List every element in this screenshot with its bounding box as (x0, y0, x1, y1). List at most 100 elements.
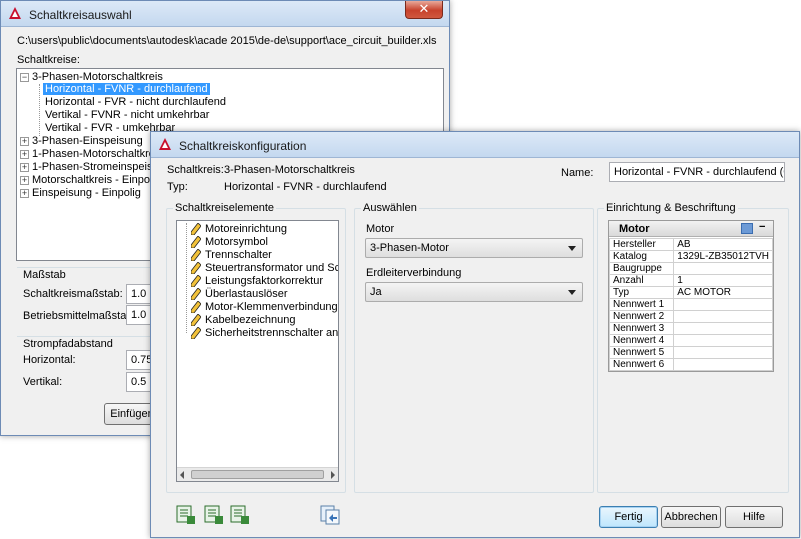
element-item[interactable]: Leistungsfaktorkorrektur (191, 275, 323, 288)
window-title: Schaltkreiskonfiguration (179, 139, 307, 153)
tree-node-child[interactable]: Horizontal - FVNR - durchlaufend (43, 83, 210, 96)
close-button[interactable]: ✕ (405, 1, 443, 19)
property-row[interactable]: Hersteller AB (609, 238, 773, 251)
titlebar[interactable]: Schaltkreiskonfiguration (151, 132, 799, 158)
tree-node[interactable]: +1-Phasen-Motorschaltkreis (20, 148, 163, 161)
property-row[interactable]: Nennwert 3 (609, 322, 773, 335)
element-item[interactable]: Trennschalter (191, 249, 272, 262)
element-item[interactable]: Steuertransformator und Schaltkreis (191, 262, 338, 275)
equipment-scale-label: Betriebsmittelmaßstab: (23, 310, 136, 322)
properties-panel-icon[interactable] (741, 223, 753, 234)
property-key: Nennwert 5 (609, 346, 675, 359)
property-value[interactable]: AB (673, 238, 773, 251)
pencil-icon (191, 301, 201, 314)
copy-icon[interactable] (319, 504, 341, 526)
tree-node-child[interactable]: Vertikal - FVNR - nicht umkehrbar (45, 109, 209, 122)
pencil-icon (191, 262, 201, 275)
circuit-value: 3-Phasen-Motorschaltkreis (224, 164, 355, 176)
pencil-icon (191, 275, 201, 288)
pencil-icon (191, 314, 201, 327)
scroll-right-icon[interactable] (331, 471, 335, 479)
property-row[interactable]: Nennwert 2 (609, 310, 773, 323)
property-row[interactable]: Anzahl 1 (609, 274, 773, 287)
window-title: Schaltkreisauswahl (29, 8, 132, 22)
property-key: Nennwert 2 (609, 310, 675, 323)
property-value[interactable] (673, 298, 773, 311)
circuit-configuration-dialog: Schaltkreiskonfiguration Schaltkreis: 3-… (150, 131, 800, 538)
property-row[interactable]: Nennwert 6 (609, 358, 773, 371)
property-key: Hersteller (609, 238, 675, 251)
property-value[interactable] (673, 334, 773, 347)
motor-select[interactable]: 3-Phasen-Motor (365, 238, 583, 258)
property-row[interactable]: Typ AC MOTOR (609, 286, 773, 299)
horizontal-scrollbar[interactable] (177, 467, 338, 481)
scroll-thumb[interactable] (191, 470, 324, 479)
ground-select[interactable]: Ja (365, 282, 583, 302)
property-key: Katalog (609, 250, 675, 263)
titlebar[interactable]: Schaltkreisauswahl ✕ (1, 1, 449, 27)
cancel-button[interactable]: Abbrechen (661, 506, 721, 528)
element-item[interactable]: Motorsymbol (191, 236, 268, 249)
property-key: Nennwert 1 (609, 298, 675, 311)
tree-node[interactable]: + Einspeisung - Einpolig (20, 187, 141, 200)
element-item[interactable]: Sicherheitstrennschalter an der Last (191, 327, 338, 340)
chevron-down-icon (568, 290, 576, 295)
pencil-icon (191, 249, 201, 262)
property-row[interactable]: Baugruppe (609, 262, 773, 275)
properties-panel: Motor − Hersteller AB Katalog 1329L-ZB35012… (608, 220, 774, 372)
type-value: Horizontal - FVNR - durchlaufend (224, 181, 387, 193)
property-value[interactable]: AC MOTOR (673, 286, 773, 299)
property-value[interactable] (673, 346, 773, 359)
pencil-icon (191, 236, 201, 249)
property-key: Nennwert 6 (609, 358, 675, 371)
property-key: Nennwert 3 (609, 322, 675, 335)
pencil-icon (191, 327, 201, 340)
tree-node-child[interactable]: Horizontal - FVR - nicht durchlaufend (45, 96, 226, 109)
file-path: C:\users\public\documents\autodesk\acade… (17, 35, 437, 47)
properties-table: Hersteller AB Katalog 1329L-ZB35012TVH Baugr… (609, 238, 773, 371)
elements-list[interactable]: Motoreinrichtung Motorsymbol Trennschalter… (176, 220, 339, 482)
property-key: Baugruppe (609, 262, 675, 275)
circuit-label: Schaltkreis: (167, 164, 224, 176)
property-key: Nennwert 4 (609, 334, 675, 347)
property-value[interactable]: 1329L-ZB35012TVH (673, 250, 773, 263)
property-value[interactable] (673, 262, 773, 275)
property-row[interactable]: Nennwert 4 (609, 334, 773, 347)
property-value[interactable]: 1 (673, 274, 773, 287)
pencil-icon (191, 288, 201, 301)
element-item[interactable]: Überlastauslöser (191, 288, 288, 301)
collapse-icon[interactable]: − (759, 221, 765, 233)
select-group-label: Auswählen (361, 202, 419, 214)
elements-group-label: Schaltkreiselemente (173, 202, 277, 214)
property-row[interactable]: Nennwert 5 (609, 346, 773, 359)
autocad-app-icon (159, 138, 171, 150)
motor-label: Motor (366, 223, 395, 235)
autocad-app-icon (9, 7, 21, 19)
tree-node[interactable]: + Motorschaltkreis - Einpolig (20, 174, 161, 187)
chevron-down-icon (568, 246, 576, 251)
property-row[interactable]: Nennwert 1 (609, 298, 773, 311)
help-button[interactable]: Hilfe (725, 506, 783, 528)
name-input[interactable]: Horizontal - FVNR - durchlaufend (002) (609, 162, 785, 182)
tree-node[interactable]: +1-Phasen-Stromeinspeisung (20, 161, 171, 174)
setup-group-label: Einrichtung & Beschriftung (604, 202, 738, 214)
element-item[interactable]: Motor-Klemmenverbindungen (191, 301, 338, 314)
circuit-scale-label: Schaltkreismaßstab: (23, 288, 123, 300)
property-key: Typ (609, 286, 675, 299)
element-item[interactable]: Motoreinrichtung (191, 223, 287, 236)
insert-tool-icon[interactable] (175, 504, 197, 526)
property-value[interactable] (673, 310, 773, 323)
scroll-left-icon[interactable] (180, 471, 184, 479)
property-key: Anzahl (609, 274, 675, 287)
tree-node[interactable]: +3-Phasen-Einspeisung (20, 135, 143, 148)
ground-label: Erdleiterverbindung (366, 267, 462, 279)
property-value[interactable] (673, 322, 773, 335)
done-button[interactable]: Fertig (599, 506, 658, 528)
property-value[interactable] (673, 358, 773, 371)
element-item[interactable]: Kabelbezeichnung (191, 314, 296, 327)
insert-before-icon[interactable] (203, 504, 225, 526)
spacing-group-label: Strompfadabstand (23, 338, 113, 350)
property-row[interactable]: Katalog 1329L-ZB35012TVH (609, 250, 773, 263)
tree-label: Schaltkreise: (17, 54, 80, 66)
insert-after-icon[interactable] (229, 504, 251, 526)
